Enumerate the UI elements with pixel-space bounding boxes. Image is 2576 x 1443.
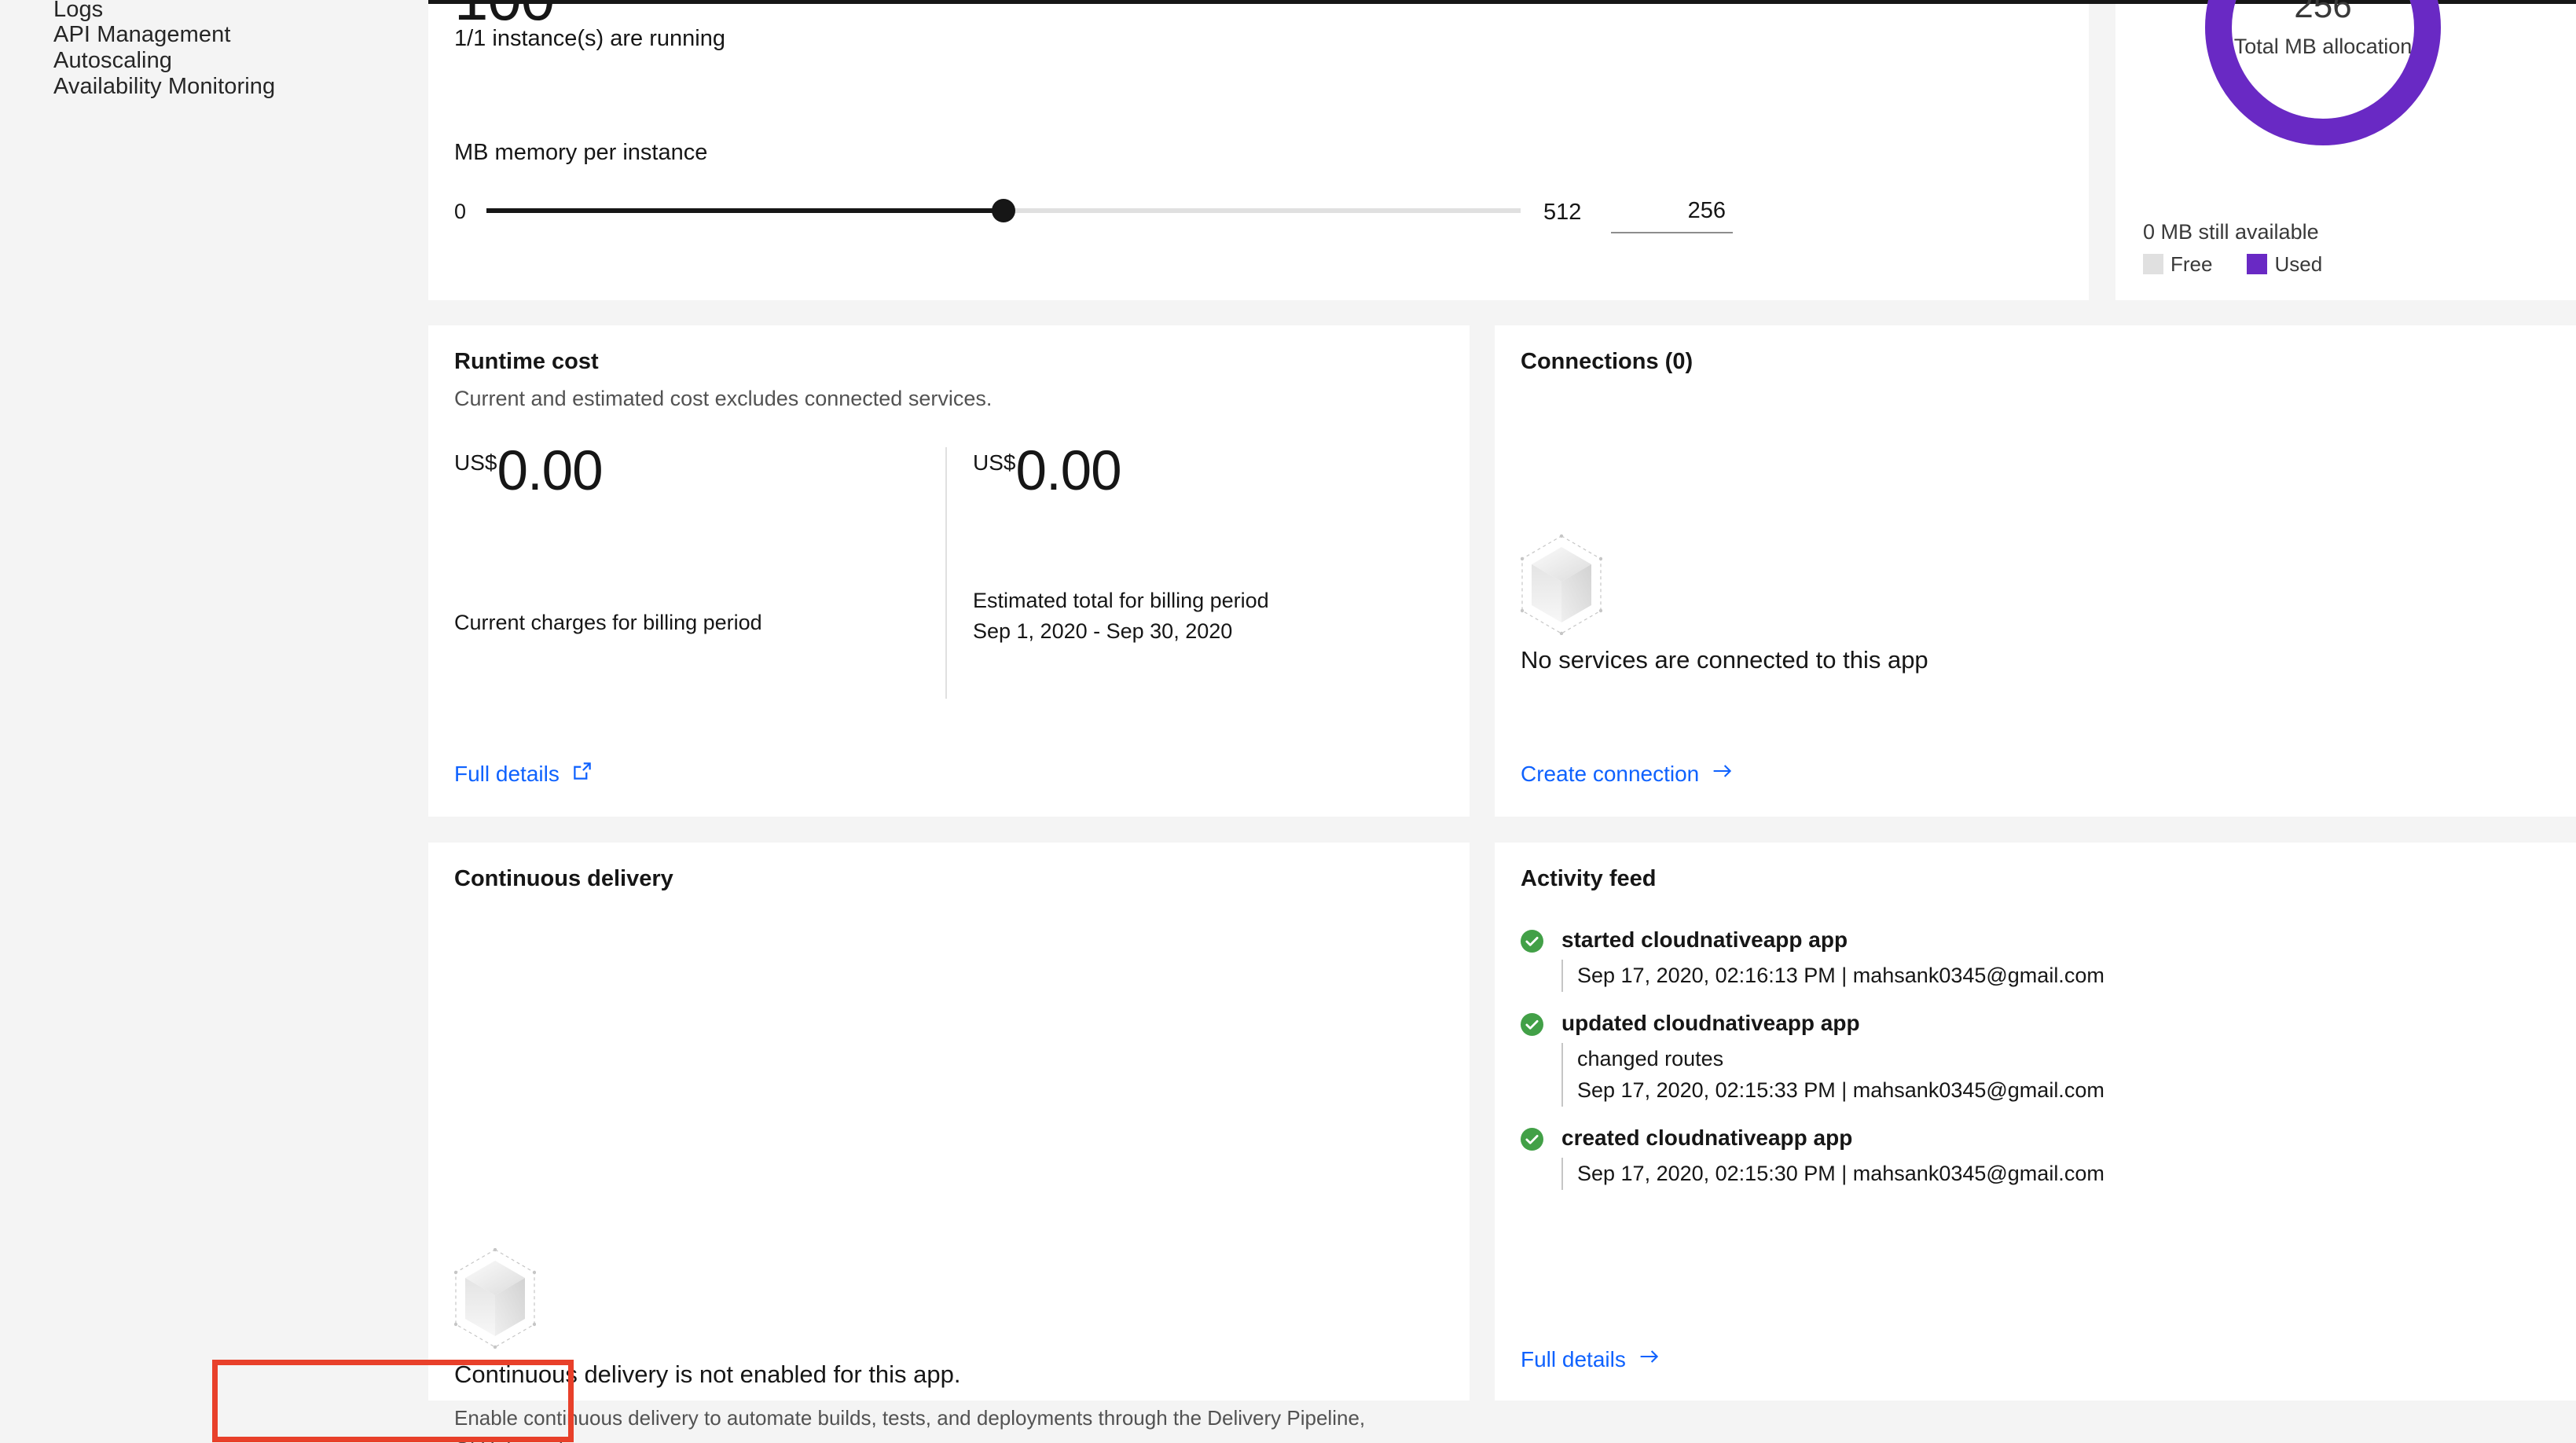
estimated-total-billing-period: Sep 1, 2020 - Sep 30, 2020 — [973, 619, 1233, 644]
continuous-delivery-title: Continuous delivery — [454, 866, 673, 891]
success-check-icon — [1521, 1127, 1543, 1151]
instances-memory-card: 100 1/1 instance(s) are running MB memor… — [428, 0, 2089, 300]
activity-title: updated cloudnativeapp app — [1561, 1010, 1860, 1035]
legend-item-used: Used — [2247, 254, 2322, 274]
create-connection-label: Create connection — [1521, 761, 1700, 786]
activity-meta: Sep 17, 2020, 02:15:30 PM | mahsank0345@… — [1577, 1162, 2104, 1186]
sidebar-item-label: Autoscaling — [53, 48, 173, 73]
activity-body: Sep 17, 2020, 02:16:13 PM | mahsank0345@… — [1561, 960, 2542, 992]
activity-body: Sep 17, 2020, 02:15:30 PM | mahsank0345@… — [1561, 1158, 2542, 1190]
sidebar-item-label: API Management — [53, 22, 231, 47]
list-item: created cloudnativeapp app Sep 17, 2020,… — [1521, 1125, 2542, 1190]
memory-value-input[interactable]: 256 — [1611, 189, 1733, 233]
current-charges-amount: US$ 0.00 — [454, 440, 604, 502]
activity-feed-list: started cloudnativeapp app Sep 17, 2020,… — [1521, 927, 2542, 1209]
continuous-delivery-description: Enable continuous delivery to automate b… — [454, 1406, 1366, 1443]
activity-feed-title: Activity feed — [1521, 866, 1657, 891]
continuous-delivery-empty-message: Continuous delivery is not enabled for t… — [454, 1360, 961, 1388]
estimated-total-caption: Estimated total for billing period Sep 1… — [973, 586, 1269, 647]
success-check-icon — [1521, 930, 1543, 953]
list-item: updated cloudnativeapp app changed route… — [1521, 1011, 2542, 1107]
estimated-total-amount: US$ 0.00 — [973, 440, 1122, 502]
empty-state-cube-icon — [1520, 534, 1603, 639]
continuous-delivery-card: Continuous delivery Continuous delivery … — [428, 843, 1470, 1443]
slider-fill — [486, 208, 1004, 213]
activity-meta: Sep 17, 2020, 02:15:33 PM | mahsank0345@… — [1577, 1078, 2104, 1103]
empty-state-cube-icon — [453, 1247, 537, 1353]
connections-card: Connections (0) No services are connecte… — [1495, 325, 2576, 817]
cost-divider — [945, 447, 947, 699]
memory-input-underline — [1611, 232, 1733, 233]
slider-thumb[interactable] — [992, 199, 1015, 222]
runtime-cost-subtitle: Current and estimated cost excludes conn… — [454, 387, 993, 410]
activity-title: started cloudnativeapp app — [1561, 927, 1848, 952]
external-link-icon — [571, 760, 593, 788]
app-root: Logs API Management Autoscaling Availabi… — [0, 0, 2576, 1443]
arrow-right-icon — [1711, 760, 1734, 788]
slider-max-label: 512 — [1543, 200, 1582, 225]
legend-item-free: Free — [2143, 254, 2212, 274]
sidebar-item-api-management[interactable]: API Management — [53, 24, 230, 46]
instances-running-text: 1/1 instance(s) are running — [454, 26, 725, 51]
runtime-cost-card: Runtime cost Current and estimated cost … — [428, 325, 1470, 817]
runtime-cost-title: Runtime cost — [454, 349, 599, 374]
activity-title: created cloudnativeapp app — [1561, 1125, 1853, 1150]
connections-title: Connections (0) — [1521, 349, 1693, 374]
create-connection-link[interactable]: Create connection — [1521, 760, 1734, 788]
sidebar-item-autoscaling[interactable]: Autoscaling — [53, 50, 172, 72]
current-charges-currency: US$ — [454, 450, 497, 475]
current-charges-value: 0.00 — [497, 440, 603, 502]
activity-detail: changed routes — [1577, 1046, 1724, 1070]
current-charges-caption: Current charges for billing period — [454, 611, 762, 634]
slider-min-label: 0 — [454, 200, 467, 223]
slider-track[interactable] — [486, 199, 1521, 222]
estimated-total-value: 0.00 — [1015, 440, 1121, 502]
legend-label-free: Free — [2171, 252, 2213, 276]
runtime-cost-figures: US$ 0.00 Current charges for billing per… — [454, 440, 1444, 699]
estimated-total-block: US$ 0.00 Estimated total for billing per… — [973, 440, 1452, 699]
arrow-right-icon — [1638, 1346, 1661, 1373]
legend-swatch-used-icon — [2247, 254, 2268, 274]
sidebar-item-logs[interactable]: Logs — [53, 0, 103, 21]
activity-feed-full-details-label: Full details — [1521, 1346, 1626, 1371]
memory-value-text: 256 — [1687, 198, 1726, 223]
sidebar-item-label: Availability Monitoring — [53, 74, 276, 99]
list-item: started cloudnativeapp app Sep 17, 2020,… — [1521, 927, 2542, 992]
estimated-total-caption-line1: Estimated total for billing period — [973, 589, 1269, 612]
allocation-available-text: 0 MB still available — [2143, 220, 2319, 244]
connections-empty-message: No services are connected to this app — [1521, 646, 1928, 674]
donut-center-label: Total MB allocation — [2233, 35, 2413, 58]
activity-body: changed routes Sep 17, 2020, 02:15:33 PM… — [1561, 1042, 2542, 1107]
allocation-legend: Free Used — [2143, 254, 2322, 274]
sidebar-item-label: Logs — [53, 0, 104, 22]
sidebar-item-availability-monitoring[interactable]: Availability Monitoring — [53, 75, 275, 98]
estimated-total-currency: US$ — [973, 450, 1016, 475]
activity-meta: Sep 17, 2020, 02:16:13 PM | mahsank0345@… — [1577, 964, 2104, 988]
donut-center-value: 256 — [2294, 0, 2352, 25]
current-charges-block: US$ 0.00 Current charges for billing per… — [454, 440, 934, 699]
activity-feed-card: Activity feed started cloudnativeapp app… — [1495, 843, 2576, 1401]
memory-slider-label: MB memory per instance — [454, 140, 708, 165]
memory-allocation-card: 256 Total MB allocation 0 MB still avail… — [2115, 0, 2576, 300]
runtime-cost-full-details-label: Full details — [454, 761, 560, 786]
success-check-icon — [1521, 1012, 1543, 1036]
sidebar-nav: Logs API Management Autoscaling Availabi… — [0, 0, 428, 1443]
legend-label-used: Used — [2274, 252, 2323, 276]
allocation-donut-chart: 256 Total MB allocation — [2193, 0, 2453, 157]
memory-slider[interactable]: 0 512 — [454, 189, 1598, 229]
runtime-cost-full-details-link[interactable]: Full details — [454, 760, 593, 788]
activity-feed-full-details-link[interactable]: Full details — [1521, 1346, 1661, 1373]
legend-swatch-free-icon — [2143, 254, 2163, 274]
